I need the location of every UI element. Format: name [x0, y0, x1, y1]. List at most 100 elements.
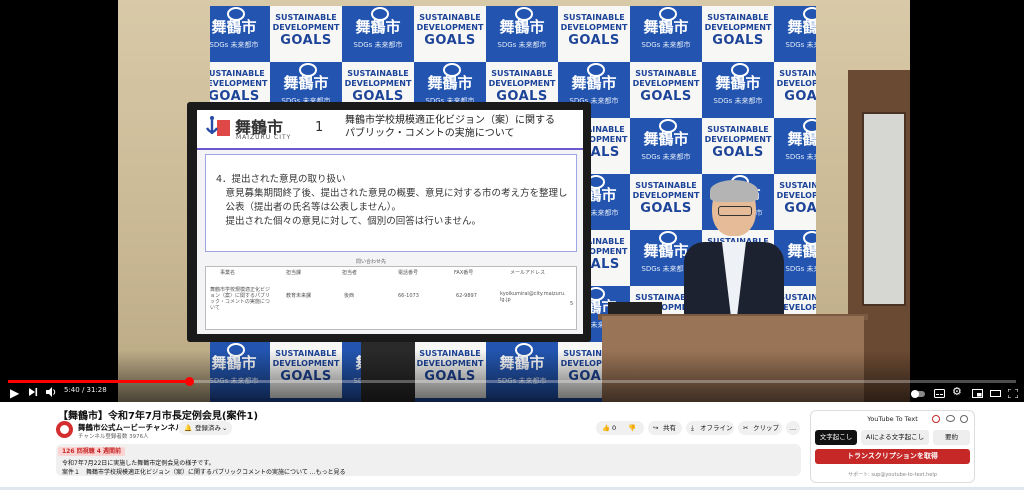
- slide-title-line: 舞鶴市学校規模適正化ビジョン（案）に関する: [345, 115, 555, 126]
- tile-sub-text: SDGs 未来都市: [641, 153, 691, 161]
- subtitles-icon: [934, 389, 945, 398]
- table-cell: 後西: [344, 293, 355, 299]
- table-header: メールアドレス: [510, 270, 546, 276]
- theater-mode-button[interactable]: [990, 387, 1001, 401]
- sdgs-goals-tile: SUSTAINABLE DEVELOPMENTGOALS: [558, 6, 630, 62]
- tile-goals-text: GOALS: [784, 89, 816, 104]
- sdgs-goals-tile: SUSTAINABLE DEVELOPMENTGOALS: [630, 62, 702, 118]
- speaker-hair: [710, 180, 758, 202]
- settings-button[interactable]: ⚙: [952, 385, 962, 399]
- slide-page-number: 5: [570, 301, 574, 307]
- scrubber-handle[interactable]: [185, 377, 194, 386]
- like-button[interactable]: 👍: [602, 421, 610, 435]
- like-dislike-group: 👍 0 👎: [596, 421, 644, 435]
- next-icon: [29, 388, 38, 396]
- table-cell: 教育未来課: [286, 293, 312, 299]
- tile-sub-text: SDGs 未来都市: [785, 41, 816, 49]
- fullscreen-icon: [1007, 388, 1019, 399]
- share-icon: ↪: [653, 424, 659, 432]
- maizuru-city-tile: 舞鶴市 SDGs 未来都市: [774, 6, 816, 62]
- slide-city-name-en: MAIZURU CITY: [236, 134, 292, 141]
- slide-content-box: 4．提出された意見の取り扱い 意見募集期間終了後、提出された意見の概要、意見に対…: [205, 154, 577, 252]
- view-count-date: 126 回視聴 4 週間前: [58, 447, 125, 456]
- description-line[interactable]: 案件１ 舞鶴市学校規模適正化ビジョン（案）に関するパブリックコメントの実施につい…: [62, 467, 345, 476]
- tile-city-text: 舞鶴市: [571, 74, 617, 92]
- maizuru-city-logo-icon: [205, 116, 230, 136]
- fullscreen-button[interactable]: [1007, 387, 1019, 401]
- presentation-slide: 舞鶴市 MAIZURU CITY 1 舞鶴市学校規模適正化ビジョン（案）に関する…: [197, 110, 583, 334]
- eye-icon[interactable]: [946, 415, 955, 422]
- table-header: 担当者: [342, 270, 358, 276]
- autoplay-toggle[interactable]: [911, 387, 925, 401]
- slide-body-line: 意見募集期間終了後、提出された意見の概要、意見に対する市の考え方を整理し: [216, 188, 568, 199]
- bell-icon: 🔔: [184, 424, 193, 432]
- video-player[interactable]: 舞鶴市 SDGs 未来都市 SUSTAINABLE DEVELOPMENT GOALS…: [0, 0, 1024, 402]
- tile-sdg-text: SUSTAINABLE DEVELOPMENT: [632, 69, 700, 88]
- settings-gear-icon: ⚙: [952, 385, 962, 398]
- volume-icon: [46, 387, 56, 397]
- sdgs-goals-tile: SUSTAINABLE DEVELOPMENTGOALS: [702, 6, 774, 62]
- tab-summary[interactable]: 要約: [933, 430, 970, 445]
- subtitles-button[interactable]: [934, 387, 945, 401]
- clip-button[interactable]: ✂ クリップ: [738, 421, 782, 435]
- table-header: 電話番号: [398, 270, 419, 276]
- more-actions-button[interactable]: …: [786, 421, 800, 435]
- download-icon: ⤓: [691, 424, 694, 432]
- tab-ai-transcript[interactable]: AIによる文字起こし: [861, 430, 929, 445]
- tile-goals-text: GOALS: [712, 33, 764, 48]
- video-title: 【舞鶴市】令和7年7月市長定例会見(案件1): [58, 411, 259, 422]
- tile-city-text: 舞鶴市: [787, 18, 816, 36]
- video-frame: 舞鶴市 SDGs 未来都市 SUSTAINABLE DEVELOPMENT GOALS…: [118, 0, 910, 402]
- support-email: サポート: sup@youtube-to-text.help: [848, 472, 937, 478]
- slide-header: 舞鶴市 MAIZURU CITY 1 舞鶴市学校規模適正化ビジョン（案）に関する…: [197, 110, 583, 150]
- tile-sdg-text: SUSTAINABLE DEVELOPMENT: [210, 69, 268, 88]
- channel-avatar[interactable]: [56, 421, 73, 438]
- tile-sdg-text: SUSTAINABLE DEVELOPMENT: [704, 125, 772, 144]
- share-label: 共有: [663, 424, 676, 432]
- like-count: 0: [612, 424, 617, 432]
- tile-sub-text: SDGs 未来都市: [785, 153, 816, 161]
- door-window: [862, 112, 906, 306]
- sdgs-goals-tile: SUSTAINABLE DEVELOPMENTGOALS: [702, 118, 774, 174]
- subscriber-count: チャンネル登録者数 3976人: [78, 434, 149, 440]
- tile-sdg-text: SUSTAINABLE DEVELOPMENT: [344, 69, 412, 88]
- tab-transcript[interactable]: 文字起こし: [815, 430, 857, 445]
- slide-contact-table: 問い合わせ先 事業名 担当課 担当者 電話番号 FAX番号 メールアドレス 舞鶴…: [205, 259, 577, 330]
- tile-sub-text: SDGs 未来都市: [210, 41, 259, 49]
- tile-sdg-text: SUSTAINABLE DEVELOPMENT: [416, 13, 484, 32]
- record-icon[interactable]: [932, 415, 940, 423]
- offline-download-button[interactable]: ⤓ オフライン: [686, 421, 734, 435]
- maizuru-city-tile: 舞鶴市 SDGs 未来都市: [630, 118, 702, 174]
- play-icon: ▶: [10, 386, 20, 400]
- slide-title: 舞鶴市学校規模適正化ビジョン（案）に関する パブリック・コメントの実施について: [345, 114, 555, 140]
- subscribed-button[interactable]: 🔔 登録済み ⌄: [178, 421, 232, 435]
- get-transcription-button[interactable]: トランスクリプションを取得: [815, 449, 970, 464]
- tile-city-text: 舞鶴市: [715, 74, 761, 92]
- table-cell: 62-9897: [456, 293, 477, 299]
- sdgs-goals-tile: SUSTAINABLE DEVELOPMENTGOALS: [774, 62, 816, 118]
- tile-sdg-text: SUSTAINABLE DEVELOPMENT: [704, 13, 772, 32]
- share-button[interactable]: ↪ 共有: [648, 421, 682, 435]
- progress-played: [8, 380, 189, 383]
- user-icon[interactable]: [960, 415, 968, 423]
- tile-sdg-text: SUSTAINABLE DEVELOPMENT: [776, 69, 816, 88]
- tile-goals-text: GOALS: [568, 33, 620, 48]
- table-header: 事業名: [220, 270, 236, 276]
- next-button[interactable]: [28, 386, 38, 400]
- theater-icon: [990, 390, 1001, 397]
- maizuru-city-tile: 舞鶴市 SDGs 未来都市: [702, 62, 774, 118]
- tile-city-text: 舞鶴市: [643, 130, 689, 148]
- tile-city-text: 舞鶴市: [283, 74, 329, 92]
- volume-button[interactable]: [46, 386, 57, 400]
- table-caption: 問い合わせ先: [356, 259, 387, 265]
- miniplayer-button[interactable]: [972, 387, 983, 401]
- slide-title-line: パブリック・コメントの実施について: [345, 128, 515, 139]
- speaker-glasses: [718, 206, 752, 216]
- play-button[interactable]: ▶: [10, 386, 19, 400]
- slide-body-line: 4．提出された意見の取り扱い: [216, 174, 346, 185]
- tile-city-text: 舞鶴市: [355, 18, 401, 36]
- tile-goals-text: GOALS: [712, 145, 764, 160]
- youtube-to-text-panel: YouTube To Text 文字起こし AIによる文字起こし 要約 トランス…: [810, 410, 975, 483]
- dislike-button[interactable]: 👎: [628, 421, 636, 435]
- tile-city-text: 舞鶴市: [211, 18, 257, 36]
